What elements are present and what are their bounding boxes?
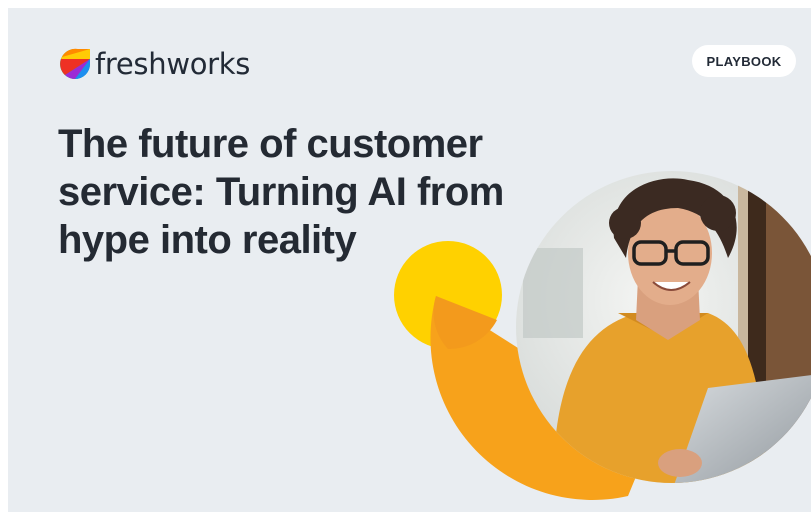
cover-page: freshworks PLAYBOOK The future of custom… (8, 8, 811, 512)
hero-illustration (394, 171, 811, 500)
